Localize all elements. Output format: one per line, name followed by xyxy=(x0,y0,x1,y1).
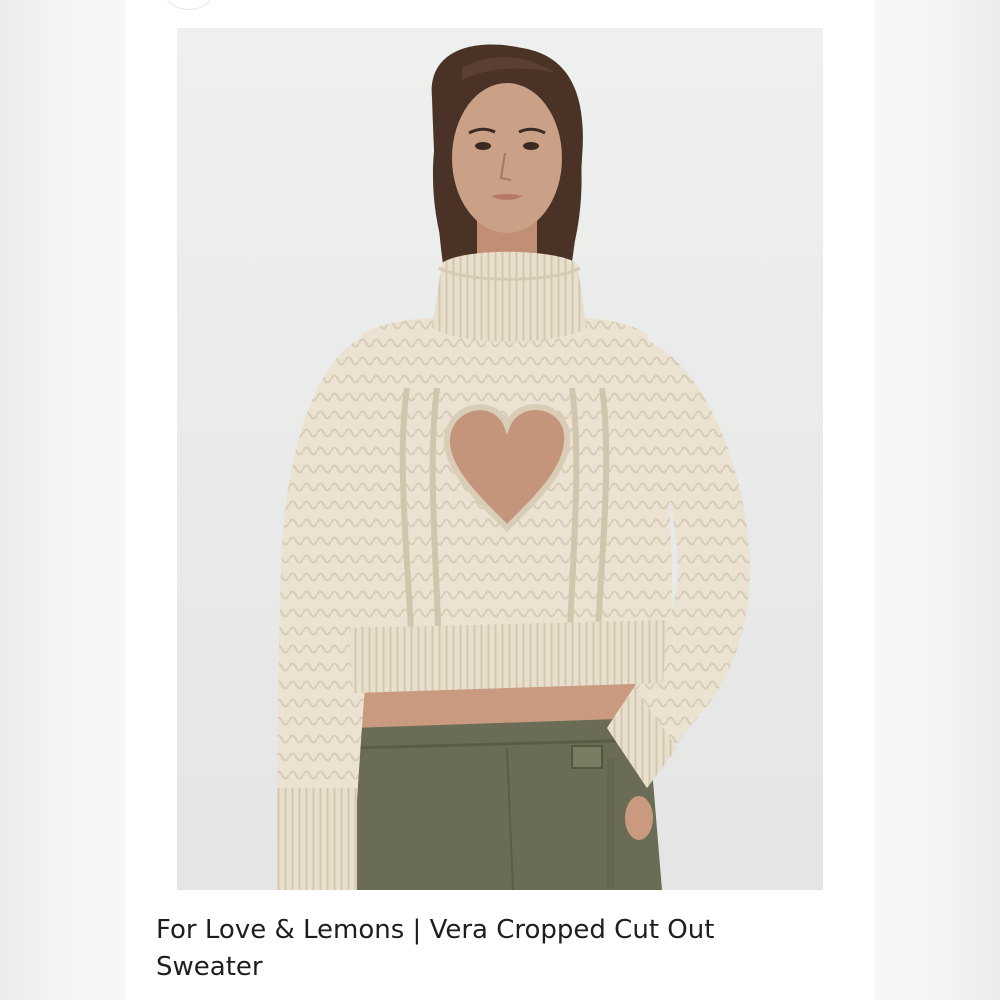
listing-title[interactable]: For Love & Lemons | Vera Cropped Cut Out… xyxy=(156,912,716,986)
face xyxy=(452,83,562,233)
page: For Love & Lemons | Vera Cropped Cut Out… xyxy=(0,0,1000,1000)
hand xyxy=(625,796,653,840)
product-photo[interactable] xyxy=(177,28,823,890)
sweater-hem xyxy=(349,620,667,693)
listing-card: For Love & Lemons | Vera Cropped Cut Out… xyxy=(125,0,875,1000)
avatar[interactable] xyxy=(165,0,213,10)
product-photo-illustration xyxy=(177,28,823,890)
turtleneck xyxy=(432,251,587,342)
